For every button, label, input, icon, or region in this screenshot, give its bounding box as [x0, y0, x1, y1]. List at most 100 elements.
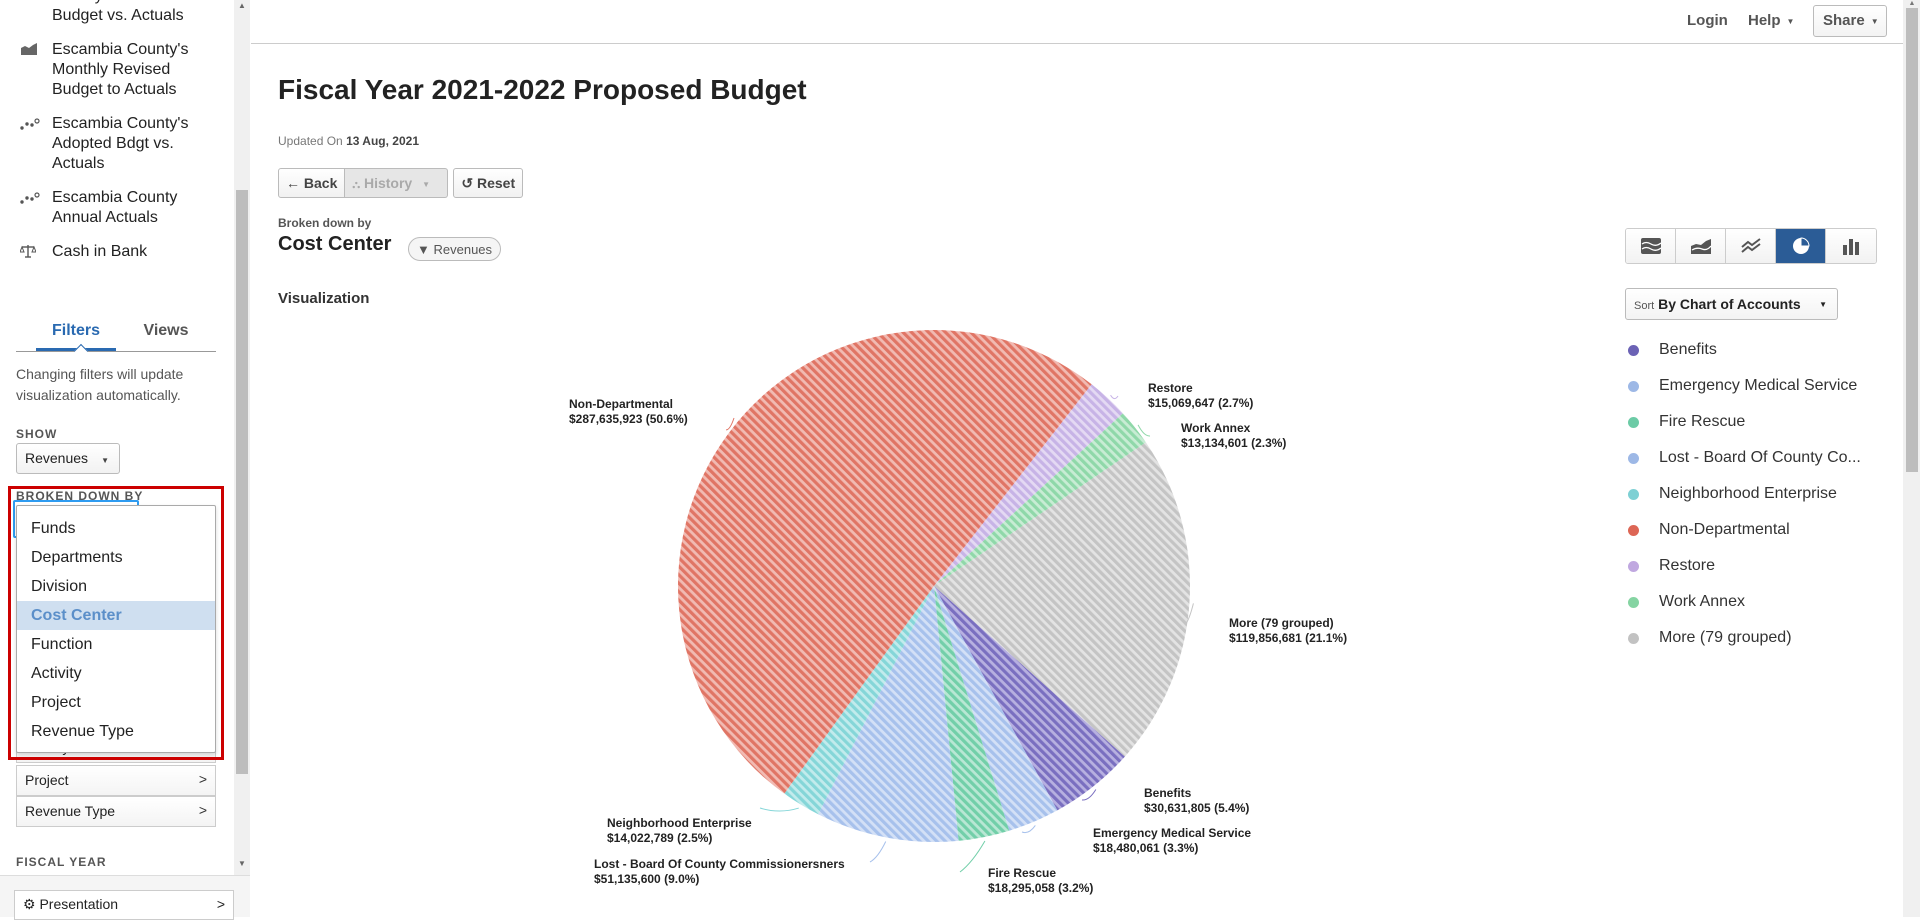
legend-label: Non-Departmental: [1659, 521, 1790, 538]
pie-chart-button[interactable]: [1776, 229, 1826, 263]
bar-icon: [1843, 239, 1859, 255]
bar-chart-button[interactable]: [1826, 229, 1876, 263]
reset-button[interactable]: ↺ Reset: [453, 168, 524, 198]
scatter-icon: [20, 188, 52, 210]
dropdown-option-activity[interactable]: Activity: [17, 659, 215, 688]
slice-label-name: Non-Departmental: [569, 397, 673, 411]
filter-row-label: Revenue Type: [25, 803, 116, 819]
help-label: Help: [1748, 12, 1781, 29]
show-label: SHOW: [16, 427, 58, 441]
filter-row-revenue-type[interactable]: Revenue Type >: [16, 796, 216, 827]
chevron-down-icon: ▼: [1870, 16, 1879, 26]
chevron-right-icon: >: [216, 896, 225, 912]
back-button[interactable]: ← Back: [278, 168, 346, 198]
arrow-left-icon: ←: [286, 175, 300, 191]
filter-row-label: Project: [25, 772, 69, 788]
fiscal-year-label: FISCAL YEAR: [16, 855, 107, 869]
legend-item[interactable]: Restore: [1626, 548, 1861, 584]
label-connector: [1021, 825, 1036, 834]
dropdown-option-revenue-type[interactable]: Revenue Type: [17, 717, 215, 746]
label-connector: [759, 807, 799, 812]
legend-dot: [1628, 632, 1639, 644]
legend-item[interactable]: Non-Departmental: [1626, 512, 1861, 548]
pie-icon: [1792, 237, 1810, 254]
view-label: Escambia County Annual Actuals: [52, 189, 178, 226]
view-item[interactable]: County's Revised Budget vs. Actuals: [20, 0, 220, 26]
legend-item[interactable]: Work Annex: [1626, 584, 1861, 620]
tab-filters[interactable]: Filters: [36, 316, 116, 351]
sidebar-scrollbar-thumb[interactable]: [236, 190, 248, 774]
slice-label-name: Emergency Medical Service: [1093, 826, 1251, 840]
dropdown-option-departments[interactable]: Departments: [17, 543, 215, 572]
view-item[interactable]: Escambia County's Monthly Revised Budget…: [20, 40, 220, 100]
slice-label-value: $15,069,647 (2.7%): [1148, 396, 1253, 410]
label-connector: [869, 841, 887, 863]
slice-label-name: Restore: [1148, 381, 1193, 395]
slice-label-name: Benefits: [1144, 786, 1192, 800]
legend-label: Restore: [1659, 557, 1716, 574]
chevron-right-icon: >: [198, 771, 207, 787]
chevron-right-icon: >: [198, 802, 207, 818]
dropdown-option-division[interactable]: Division: [17, 572, 215, 601]
stacked-area-chart-button[interactable]: [1626, 229, 1676, 263]
filter-note: Changing filters will update visualizati…: [16, 366, 184, 403]
history-button[interactable]: ⛬ History ▼: [345, 168, 449, 198]
presentation-button[interactable]: ⚙ Presentation >: [14, 890, 234, 920]
view-item[interactable]: Escambia County's Adopted Bdgt vs. Actua…: [20, 114, 220, 174]
legend-item[interactable]: Neighborhood Enterprise: [1626, 476, 1861, 512]
slice-label-value: $30,631,805 (5.4%): [1144, 801, 1249, 815]
slice-label-value: $119,856,681 (21.1%): [1229, 631, 1347, 645]
balance-scale-icon: [19, 242, 52, 264]
legend-dot: [1628, 488, 1639, 500]
view-item[interactable]: Cash in Bank: [19, 242, 220, 264]
share-button[interactable]: Share ▼: [1813, 5, 1887, 37]
slice-label-value: $287,635,923 (50.6%): [569, 412, 688, 426]
dropdown-option-function[interactable]: Function: [17, 630, 215, 659]
legend-item[interactable]: Fire Rescue: [1626, 404, 1861, 440]
label-connector: [1110, 394, 1119, 400]
view-label: Escambia County's Monthly Revised Budget…: [52, 41, 189, 98]
scroll-up-icon[interactable]: ▲: [236, 0, 248, 12]
dropdown-option-project[interactable]: Project: [17, 688, 215, 717]
updated-on: Updated On 13 Aug, 2021: [278, 134, 419, 148]
legend-item[interactable]: Benefits: [1626, 332, 1861, 368]
reset-icon: ↺: [461, 175, 474, 191]
sidebar-scroll-area: County's Revised Budget vs. Actuals Escam…: [0, 0, 250, 875]
history-icon: ⛬: [352, 179, 361, 191]
dropdown-option-cost-center[interactable]: Cost Center: [17, 601, 215, 630]
broken-down-by-dropdown: Funds Departments Division Cost Center F…: [16, 505, 216, 753]
slice-label-value: $51,135,600 (9.0%): [594, 872, 699, 886]
filter-row-project[interactable]: Project >: [16, 765, 216, 796]
chevron-down-icon: ▼: [1786, 16, 1795, 26]
gear-icon: ⚙: [23, 896, 36, 912]
view-label: Budget vs. Actuals: [52, 7, 184, 24]
legend-item[interactable]: Emergency Medical Service: [1626, 368, 1861, 404]
area-chart-button[interactable]: [1676, 229, 1726, 263]
legend-item[interactable]: Lost - Board Of County Co...: [1626, 440, 1861, 476]
help-menu[interactable]: Help ▼: [1748, 12, 1794, 29]
scroll-down-icon[interactable]: ▼: [236, 858, 248, 870]
chevron-down-icon: ▼: [422, 179, 430, 189]
sort-select[interactable]: Sort By Chart of Accounts ▼: [1625, 288, 1838, 320]
view-label: Escambia County's Adopted Bdgt vs. Actua…: [52, 115, 189, 172]
presentation-label: Presentation: [39, 896, 119, 912]
login-link[interactable]: Login: [1687, 12, 1728, 29]
view-item[interactable]: Escambia County Annual Actuals: [20, 188, 220, 228]
page-scrollbar-thumb[interactable]: [1906, 8, 1918, 472]
visualization-heading: Visualization: [278, 290, 370, 307]
tab-views[interactable]: Views: [116, 316, 216, 351]
legend-item[interactable]: More (79 grouped): [1626, 620, 1861, 656]
views-list: County's Revised Budget vs. Actuals Escam…: [19, 0, 220, 278]
scroll-up-icon[interactable]: ▲: [1906, 0, 1918, 8]
history-toolbar: ← Back ⛬ History ▼ ↺ Reset: [278, 168, 524, 198]
dropdown-option-funds[interactable]: Funds: [17, 514, 215, 543]
slice-label-name: More (79 grouped): [1229, 616, 1334, 630]
stacked-area-icon: [1640, 238, 1661, 254]
show-select[interactable]: Revenues ▼: [16, 443, 120, 474]
filter-pill[interactable]: ▼ Revenues: [408, 237, 502, 261]
line-chart-button[interactable]: [1726, 229, 1776, 263]
presentation-bar: ⚙ Presentation >: [0, 875, 250, 920]
legend-label: Work Annex: [1659, 593, 1745, 610]
label-connector: [959, 840, 986, 873]
legend-dot: [1628, 524, 1639, 536]
